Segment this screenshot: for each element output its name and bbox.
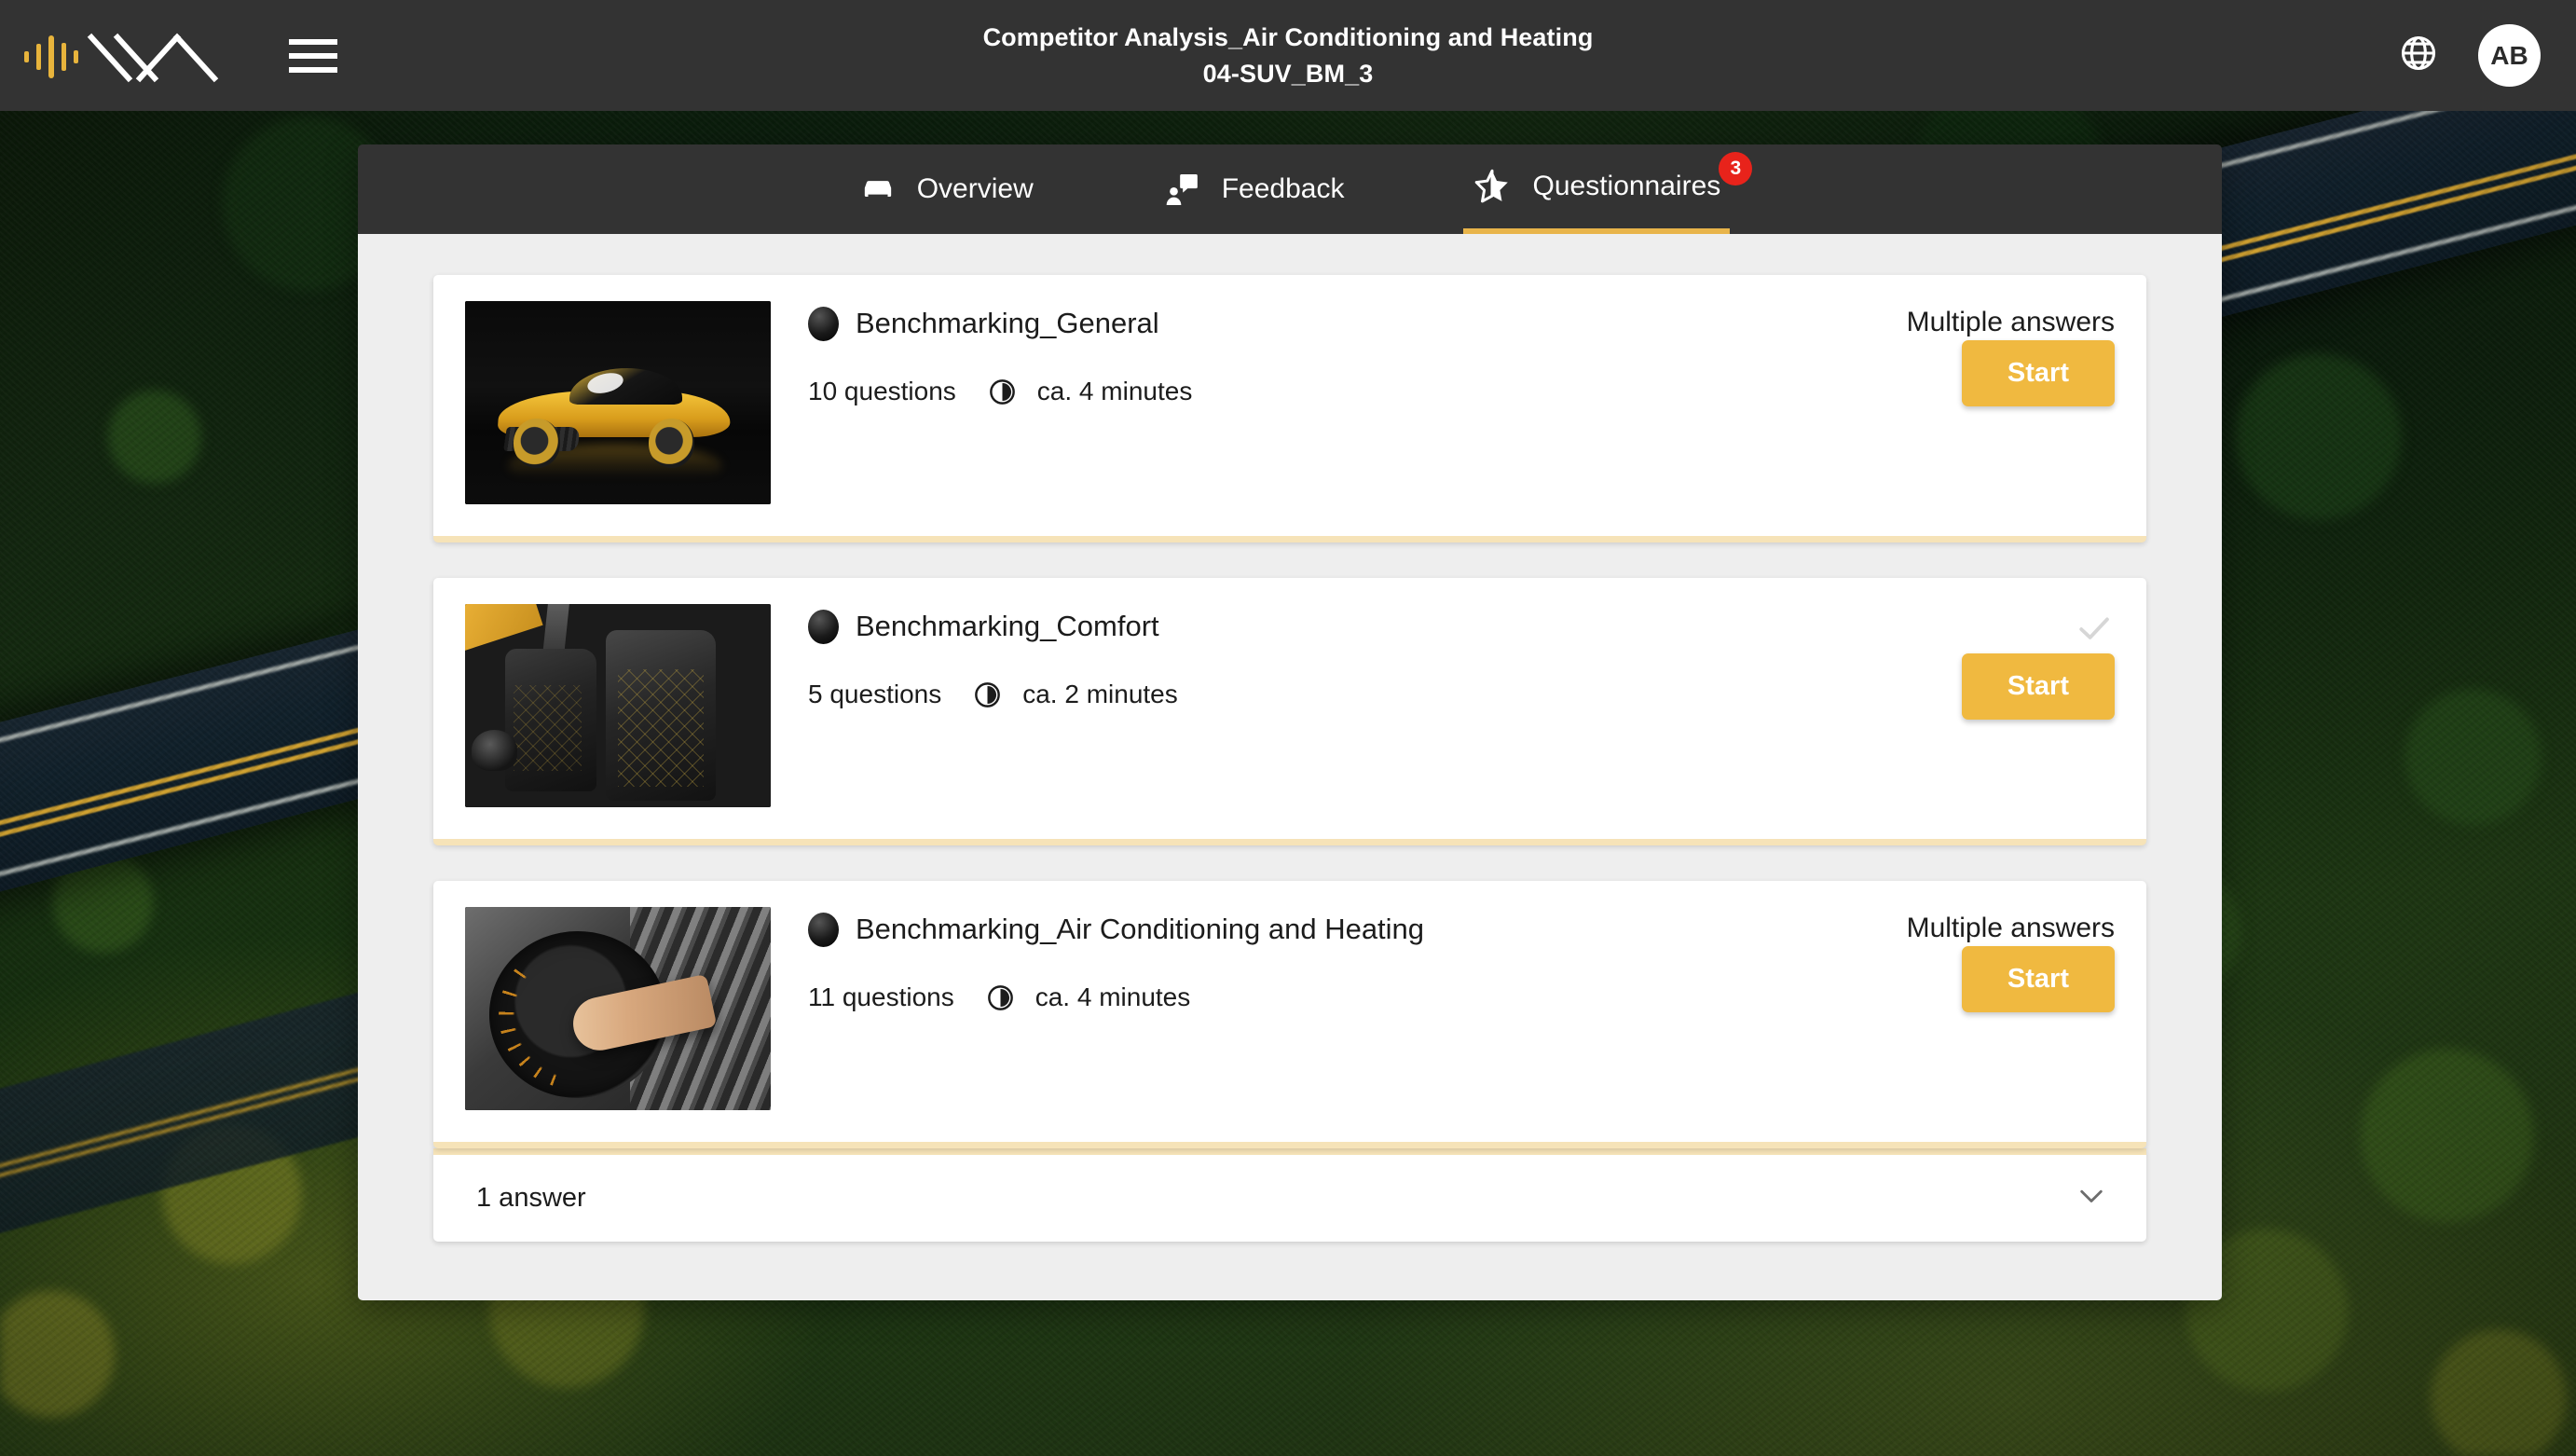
main-panel: Overview Feedback Questionnaires 3 Bench… (358, 144, 2222, 1300)
questionnaire-title: Benchmarking_Comfort (856, 610, 1159, 643)
category-dot-icon (808, 610, 839, 644)
status-badge: 3 (1719, 152, 1753, 185)
questionnaire-card[interactable]: Benchmarking_Air Conditioning and Heatin… (433, 881, 2146, 1148)
avatar[interactable]: AB (2478, 24, 2541, 87)
category-dot-icon (808, 913, 839, 947)
question-count: 5 questions (808, 680, 942, 708)
answers-count-label: 1 answer (476, 1183, 586, 1213)
answers-accordion[interactable]: 1 answer (433, 1148, 2146, 1242)
tab-questionnaires[interactable]: Questionnaires 3 (1463, 144, 1753, 234)
question-count: 10 questions (808, 377, 956, 405)
avatar-initials: AB (2490, 40, 2528, 70)
star-icon (1475, 169, 1509, 203)
page-title: Competitor Analysis_Air Conditioning and… (0, 0, 2576, 111)
page-title-line-2: 04-SUV_BM_3 (1202, 59, 1374, 88)
tab-overview-label: Overview (916, 173, 1034, 204)
duration: ca. 4 minutes (986, 982, 1190, 1012)
globe-icon[interactable] (2398, 33, 2439, 78)
tab-questionnaires-text: Questionnaires (1532, 171, 1721, 201)
completed-checkmark-icon (2074, 604, 2115, 653)
questionnaire-list: Benchmarking_General 10 questions ca. 4 … (358, 234, 2222, 1300)
questionnaire-thumbnail (465, 907, 771, 1110)
tab-feedback-label: Feedback (1221, 173, 1345, 204)
questionnaire-thumbnail (465, 301, 771, 504)
question-count: 11 questions (808, 982, 954, 1011)
feedback-icon (1166, 174, 1198, 205)
questionnaire-thumbnail (465, 604, 771, 807)
category-dot-icon (808, 307, 839, 341)
brand-logo[interactable] (21, 25, 253, 87)
waveform-chevron-logo-icon (24, 33, 219, 82)
clock-icon (987, 984, 1013, 1010)
questionnaire-card[interactable]: Benchmarking_General 10 questions ca. 4 … (433, 275, 2146, 543)
answers-label: Multiple answers (1906, 307, 2115, 337)
header-actions: AB (2398, 0, 2541, 111)
app-header: Competitor Analysis_Air Conditioning and… (0, 0, 2576, 111)
duration: ca. 2 minutes (973, 680, 1178, 709)
car-icon (864, 181, 891, 197)
questionnaire-title: Benchmarking_Air Conditioning and Heatin… (856, 913, 1425, 946)
start-button[interactable]: Start (1961, 946, 2115, 1012)
questionnaire-card[interactable]: Benchmarking_Comfort 5 questions ca. 2 m… (433, 578, 2146, 845)
tab-overview[interactable]: Overview (850, 144, 1043, 234)
tab-bar: Overview Feedback Questionnaires 3 (358, 144, 2222, 234)
page-title-line-1: Competitor Analysis_Air Conditioning and… (982, 23, 1594, 52)
start-button[interactable]: Start (1961, 653, 2115, 720)
chevron-down-icon[interactable] (2074, 1178, 2109, 1218)
tab-feedback[interactable]: Feedback (1155, 144, 1354, 234)
duration: ca. 4 minutes (988, 377, 1192, 406)
tab-questionnaires-label: Questionnaires 3 (1532, 152, 1753, 202)
hamburger-menu-icon[interactable] (289, 37, 337, 75)
clock-icon (989, 378, 1015, 405)
answers-label: Multiple answers (1906, 913, 2115, 943)
clock-icon (975, 681, 1001, 707)
start-button[interactable]: Start (1961, 340, 2115, 406)
questionnaire-title: Benchmarking_General (856, 307, 1159, 340)
